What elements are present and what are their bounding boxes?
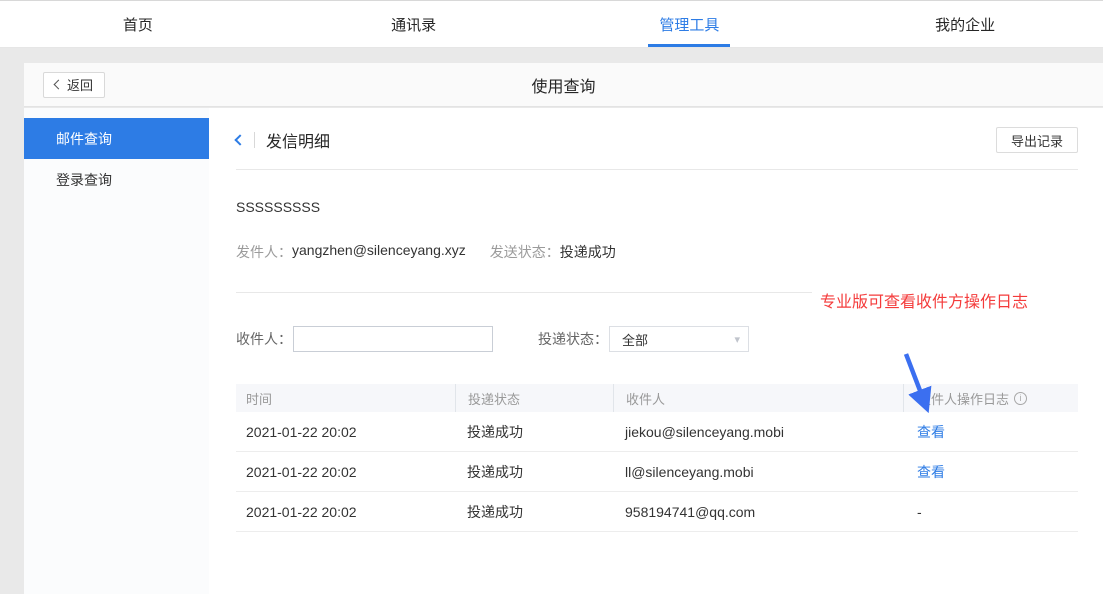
sender-value: yangzhen@silenceyang.xyz — [292, 242, 466, 262]
tab-admin-tools[interactable]: 管理工具 — [552, 1, 828, 47]
cell-status: 投递成功 — [455, 422, 613, 442]
annotation-text: 专业版可查看收件方操作日志 — [820, 288, 1028, 312]
meta-gap — [466, 242, 490, 262]
table-row: 2021-01-22 20:02 投递成功 958194741@qq.com - — [236, 492, 1078, 532]
recipient-filter-label: 收件人： — [236, 329, 292, 349]
mail-subject: SSSSSSSSS — [236, 199, 1078, 215]
info-icon[interactable]: i — [1014, 392, 1027, 405]
table-row: 2021-01-22 20:02 投递成功 ll@silenceyang.mob… — [236, 452, 1078, 492]
cell-log: 查看 — [903, 462, 1078, 482]
delivery-status-selected-value: 全部 — [622, 330, 648, 349]
column-header-time: 时间 — [236, 384, 455, 412]
main-panel: 发信明细 导出记录 SSSSSSSSS 发件人： yangzhen@silenc… — [209, 108, 1103, 594]
page-head: 发信明细 导出记录 — [236, 127, 1078, 153]
export-records-button[interactable]: 导出记录 — [996, 127, 1078, 153]
view-log-link[interactable]: 查看 — [917, 424, 945, 440]
sidebar-item-login-query[interactable]: 登录查询 — [24, 159, 209, 200]
top-nav: 首页 通讯录 管理工具 我的企业 — [0, 0, 1103, 48]
chevron-down-icon: ▾ — [734, 333, 740, 346]
table-header-row: 时间 投递状态 收件人 收件人操作日志 i — [236, 384, 1078, 412]
sender-meta-row: 发件人： yangzhen@silenceyang.xyz 发送状态： 投递成功 — [236, 242, 1078, 262]
view-log-link[interactable]: 查看 — [917, 464, 945, 480]
send-status-value: 投递成功 — [560, 242, 616, 262]
cell-log: 查看 — [903, 422, 1078, 442]
cell-time: 2021-01-22 20:02 — [236, 424, 455, 440]
table-row: 2021-01-22 20:02 投递成功 jiekou@silenceyang… — [236, 412, 1078, 452]
no-log-dash: - — [917, 504, 922, 520]
title-divider — [254, 132, 255, 148]
cell-recipient: 958194741@qq.com — [613, 504, 903, 520]
page-title: 发信明细 — [266, 128, 330, 152]
sender-label: 发件人： — [236, 242, 292, 262]
header-strip: 使用查询 返回 — [24, 63, 1103, 107]
cell-time: 2021-01-22 20:02 — [236, 464, 455, 480]
divider-short — [236, 292, 812, 293]
cell-status: 投递成功 — [455, 502, 613, 522]
column-header-delivery-status: 投递状态 — [455, 384, 613, 412]
cell-status: 投递成功 — [455, 462, 613, 482]
sidebar-item-mail-query[interactable]: 邮件查询 — [24, 118, 209, 159]
recipient-filter-input[interactable] — [293, 326, 493, 352]
cell-recipient: jiekou@silenceyang.mobi — [613, 424, 903, 440]
tab-home[interactable]: 首页 — [0, 1, 276, 47]
sidebar: 邮件查询 登录查询 — [24, 108, 209, 594]
divider — [236, 169, 1078, 170]
page: 首页 通讯录 管理工具 我的企业 使用查询 返回 邮件查询 登录查询 发信明细 … — [0, 0, 1103, 594]
tab-my-enterprise[interactable]: 我的企业 — [827, 1, 1103, 47]
content-columns: 邮件查询 登录查询 发信明细 导出记录 SSSSSSSSS 发件人： yangz… — [24, 108, 1103, 594]
delivery-status-select[interactable]: 全部 ▾ — [609, 326, 749, 352]
column-header-recipient: 收件人 — [613, 384, 903, 412]
cell-recipient: ll@silenceyang.mobi — [613, 464, 903, 480]
column-header-recipient-log: 收件人操作日志 i — [903, 384, 1078, 412]
chevron-left-icon — [54, 80, 64, 90]
back-button-label: 返回 — [67, 75, 93, 94]
column-header-recipient-log-label: 收件人操作日志 — [918, 389, 1009, 408]
page-header-title: 使用查询 — [24, 73, 1103, 97]
delivery-status-filter-label: 投递状态： — [538, 329, 608, 349]
back-chevron-icon[interactable] — [234, 134, 245, 145]
back-button[interactable]: 返回 — [43, 72, 105, 98]
send-status-label: 发送状态： — [490, 242, 560, 262]
cell-log: - — [903, 504, 1078, 520]
filter-row: 收件人： 投递状态： 全部 ▾ — [236, 326, 1078, 352]
delivery-log-table: 时间 投递状态 收件人 收件人操作日志 i 2021-01-22 20:02 投… — [236, 384, 1078, 532]
cell-time: 2021-01-22 20:02 — [236, 504, 455, 520]
tab-contacts[interactable]: 通讯录 — [276, 1, 552, 47]
